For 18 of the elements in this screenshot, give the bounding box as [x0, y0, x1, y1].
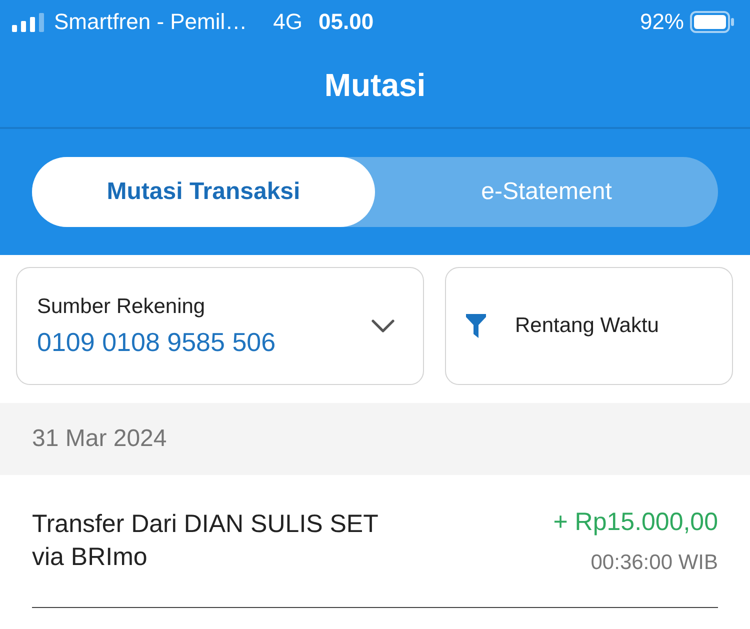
chevron-down-icon: [371, 319, 395, 333]
account-number: 0109 0108 9585 506: [37, 326, 277, 358]
dropdown-label: Sumber Rekening: [37, 294, 206, 318]
filter-icon: [466, 314, 486, 338]
battery-percent: 92%: [640, 9, 684, 35]
carrier-name: Smartfren - Pemil…: [54, 9, 248, 35]
battery-icon: [690, 11, 734, 33]
clock-time: 05.00: [318, 9, 374, 35]
date-range-filter-button[interactable]: Rentang Waktu: [445, 267, 733, 385]
account-dropdown[interactable]: Sumber Rekening 0109 0108 9585 506: [16, 267, 424, 385]
page-title: Mutasi: [324, 67, 426, 104]
transaction-time: 00:36:00 WIB: [590, 550, 718, 574]
transaction-description: Transfer Dari DIAN SULIS SET via BRImo: [32, 509, 379, 573]
signal-icon: [12, 12, 44, 32]
network-type: 4G: [273, 9, 303, 35]
transaction-amount: + Rp15.000,00: [553, 508, 718, 536]
tab[interactable]: Mutasi Transaksi: [32, 157, 375, 227]
date-header: 31 Mar 2024: [0, 403, 750, 475]
